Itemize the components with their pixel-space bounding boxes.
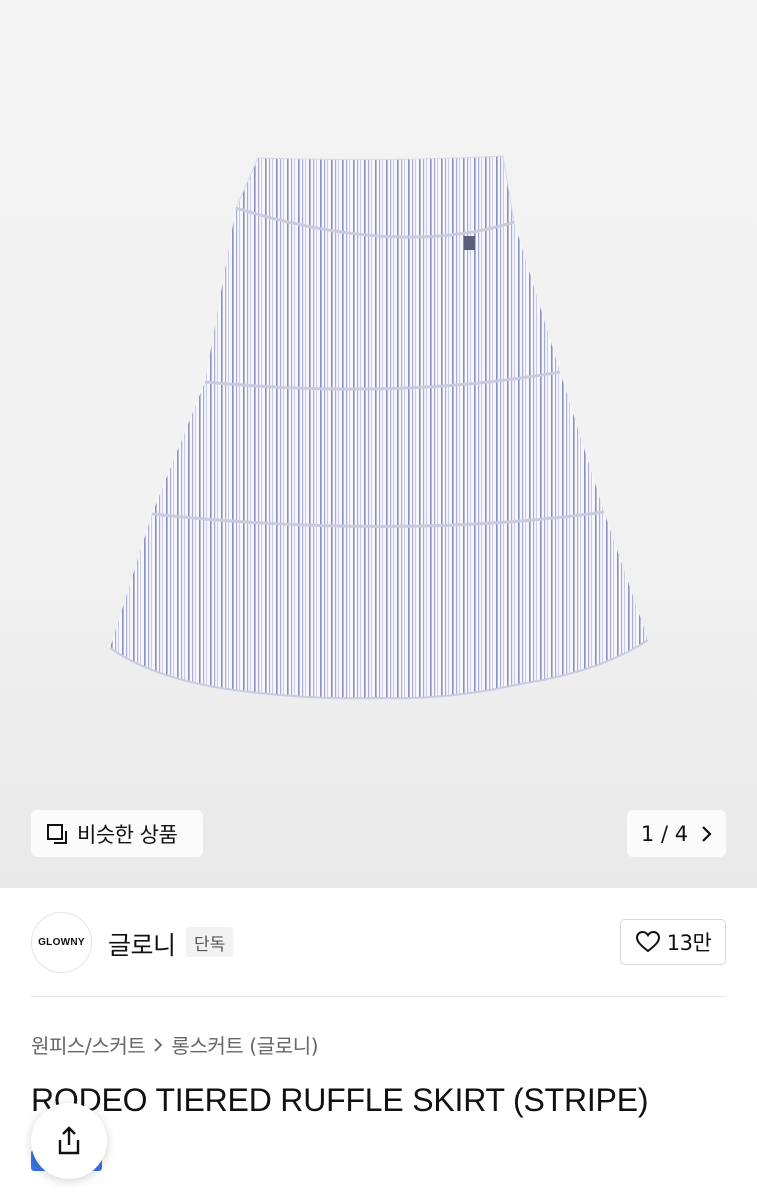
share-button[interactable] [31, 1103, 107, 1179]
breadcrumb-subcategory[interactable]: 롱스커트 (글로니) [171, 1030, 318, 1059]
like-count: 13만 [666, 931, 712, 955]
brand-logo-text: GLOWNY [38, 937, 85, 948]
product-image-gallery[interactable]: 비슷한 상품 1 / 4 [0, 0, 757, 888]
similar-products-label: 비슷한 상품 [77, 822, 178, 847]
copy-squares-icon [47, 823, 67, 844]
heart-outline-icon [635, 930, 660, 953]
breadcrumb: 원피스/스커트 롱스커트 (글로니) [31, 1030, 319, 1059]
gallery-pager-button[interactable]: 1 / 4 [627, 810, 726, 857]
like-button[interactable]: 13만 [620, 919, 726, 965]
chevron-right-icon [154, 1037, 163, 1052]
brand-logo[interactable]: GLOWNY [31, 912, 92, 973]
similar-products-button[interactable]: 비슷한 상품 [31, 810, 203, 857]
divider [31, 996, 726, 997]
product-title: RODEO TIERED RUFFLE SKIRT (STRIPE) [31, 1082, 649, 1118]
share-icon [58, 1126, 80, 1155]
brand-row: GLOWNY 글로니 단독 13만 [31, 912, 726, 974]
product-image [109, 155, 649, 700]
exclusive-badge: 단독 [186, 927, 234, 957]
chevron-right-icon [702, 825, 712, 842]
page-indicator: 1 / 4 [640, 821, 689, 846]
breadcrumb-category[interactable]: 원피스/스커트 [31, 1030, 146, 1059]
brand-name[interactable]: 글로니 [108, 926, 176, 962]
